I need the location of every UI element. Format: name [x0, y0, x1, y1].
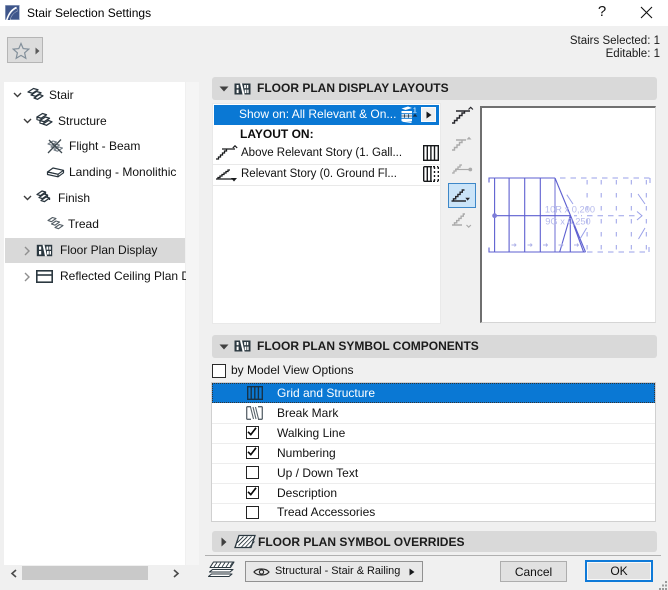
svg-text:10R x 0,200: 10R x 0,200 — [545, 205, 595, 215]
svg-text:1: 1 — [413, 106, 417, 114]
svg-text:9G x 0,250: 9G x 0,250 — [545, 217, 590, 227]
